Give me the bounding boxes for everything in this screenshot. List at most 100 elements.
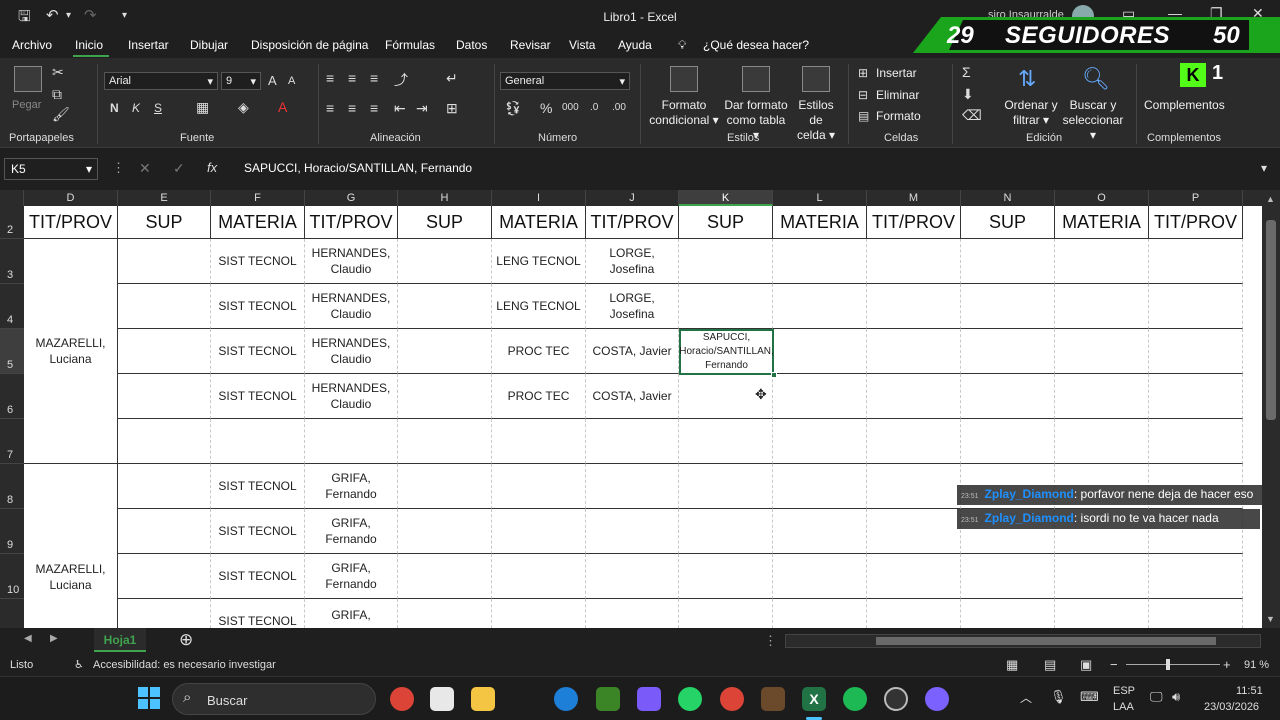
header-cell[interactable]: TIT/PROV bbox=[867, 206, 961, 239]
thousands-icon[interactable]: 000 bbox=[562, 102, 579, 113]
name-box[interactable]: K5 ▾ bbox=[4, 158, 98, 180]
font-name-select[interactable]: Arial ▾ bbox=[104, 72, 218, 90]
grid-cell[interactable] bbox=[679, 554, 773, 599]
grid-cell[interactable] bbox=[867, 464, 961, 509]
conditional-format-icon[interactable] bbox=[670, 66, 698, 92]
grid-cell[interactable] bbox=[1055, 239, 1149, 284]
grid-cell[interactable] bbox=[586, 464, 679, 509]
row-header[interactable]: 4 bbox=[0, 284, 24, 329]
grid-cell[interactable]: SIST TECNOL bbox=[211, 239, 305, 284]
copilot-icon[interactable] bbox=[637, 687, 661, 711]
grid-cell[interactable] bbox=[961, 374, 1055, 419]
borders-icon[interactable]: ▦ bbox=[196, 99, 209, 116]
row-header-selected[interactable]: 5 bbox=[0, 329, 24, 374]
language-primary[interactable]: ESP bbox=[1113, 685, 1135, 697]
insert-cells-button[interactable]: Insertar bbox=[876, 66, 917, 81]
format-cells-button[interactable]: Formato bbox=[876, 109, 921, 124]
grid-cell[interactable] bbox=[492, 554, 586, 599]
clear-icon[interactable]: ⌫ bbox=[962, 107, 982, 124]
header-cell[interactable]: SUP bbox=[118, 206, 211, 239]
column-header[interactable]: G bbox=[305, 190, 398, 206]
grid-cell[interactable] bbox=[773, 554, 867, 599]
sort-filter-icon[interactable]: ⇅ bbox=[1018, 66, 1036, 92]
zoom-slider[interactable] bbox=[1126, 664, 1220, 665]
decrease-indent-icon[interactable]: ⇤ bbox=[394, 100, 406, 117]
orientation-icon[interactable]: ⤴ bbox=[394, 70, 408, 90]
column-header[interactable]: F bbox=[211, 190, 305, 206]
grid-cell[interactable] bbox=[867, 599, 961, 628]
row-header[interactable]: 3 bbox=[0, 239, 24, 284]
copy-icon[interactable]: ⧉ bbox=[52, 86, 62, 103]
sheet-tab[interactable]: Hoja1 bbox=[94, 628, 146, 652]
column-header[interactable]: D bbox=[24, 190, 118, 206]
grid-cell[interactable]: SIST TECNOL bbox=[211, 509, 305, 554]
column-header[interactable]: O bbox=[1055, 190, 1149, 206]
column-header[interactable]: J bbox=[586, 190, 679, 206]
find-select-icon[interactable]: 🔍︎ bbox=[1082, 66, 1110, 92]
align-center-icon[interactable]: ≡ bbox=[348, 100, 356, 116]
increase-indent-icon[interactable]: ⇥ bbox=[416, 100, 428, 117]
grid-cell[interactable] bbox=[1149, 239, 1243, 284]
header-cell[interactable]: TIT/PROV bbox=[305, 206, 398, 239]
grid-cell[interactable] bbox=[398, 509, 492, 554]
grid-cell[interactable]: LENG TECNOL bbox=[492, 284, 586, 329]
grid-cell[interactable] bbox=[492, 599, 586, 628]
header-cell[interactable]: MATERIA bbox=[1055, 206, 1149, 239]
header-cell[interactable]: TIT/PROV bbox=[1149, 206, 1243, 239]
grid-cell[interactable] bbox=[961, 419, 1055, 464]
edge-icon[interactable] bbox=[554, 687, 578, 711]
zoom-in-icon[interactable]: + bbox=[1223, 657, 1231, 672]
grid-cell[interactable] bbox=[492, 464, 586, 509]
percent-icon[interactable]: % bbox=[540, 100, 552, 116]
grid-cell[interactable] bbox=[773, 374, 867, 419]
merge-center-icon[interactable]: ⊞ bbox=[446, 100, 458, 117]
sort-filter-button[interactable]: Ordenar y filtrar ▾ bbox=[1000, 98, 1062, 128]
minecraft-launcher-icon[interactable] bbox=[761, 687, 785, 711]
align-top-icon[interactable]: ≡ bbox=[326, 70, 334, 86]
grid-cell[interactable] bbox=[679, 464, 773, 509]
expand-formula-icon[interactable]: ▾ bbox=[1261, 161, 1267, 175]
grid-cell[interactable] bbox=[586, 509, 679, 554]
row-header[interactable]: 9 bbox=[0, 509, 24, 554]
accessibility-status[interactable]: Accesibilidad: es necesario investigar bbox=[93, 659, 276, 671]
grid-cell[interactable] bbox=[398, 284, 492, 329]
obs-icon[interactable] bbox=[884, 687, 908, 711]
header-cell[interactable]: MATERIA bbox=[492, 206, 586, 239]
grid-cell[interactable] bbox=[1055, 284, 1149, 329]
font-size-select[interactable]: 9 ▾ bbox=[221, 72, 261, 90]
decrease-decimal-icon[interactable]: .00 bbox=[612, 102, 626, 113]
grid-cell[interactable] bbox=[773, 239, 867, 284]
cancel-icon[interactable]: ✕ bbox=[139, 160, 151, 177]
grid-cell[interactable] bbox=[398, 464, 492, 509]
grid-cell[interactable]: HERNANDES, Claudio bbox=[305, 329, 398, 374]
grid-cell[interactable] bbox=[961, 554, 1055, 599]
more-options-icon[interactable]: ⋮ bbox=[112, 160, 125, 176]
add-sheet-icon[interactable]: ⊕ bbox=[179, 630, 193, 650]
tab-formulas[interactable]: Fórmulas bbox=[385, 38, 435, 52]
addins-button[interactable]: Complementos bbox=[1144, 98, 1225, 113]
taskbar-search[interactable]: ⌕ Buscar bbox=[172, 683, 376, 715]
column-header[interactable]: L bbox=[773, 190, 867, 206]
scroll-up-icon[interactable]: ▲ bbox=[1266, 194, 1275, 204]
grid-cell[interactable] bbox=[1149, 329, 1243, 374]
grid-cell[interactable] bbox=[586, 419, 679, 464]
wrap-text-icon[interactable]: ↵ bbox=[446, 70, 458, 87]
grid-cell[interactable] bbox=[586, 554, 679, 599]
grid-cell[interactable]: COSTA, Javier bbox=[586, 374, 679, 419]
grid-cell[interactable]: LORGE, Josefina bbox=[586, 284, 679, 329]
column-header[interactable]: P bbox=[1149, 190, 1243, 206]
paste-icon[interactable] bbox=[14, 66, 42, 92]
grid-cell[interactable] bbox=[1149, 284, 1243, 329]
format-painter-icon[interactable]: 🖌︎ bbox=[52, 106, 70, 123]
grid-cell[interactable]: LORGE, Josefina bbox=[586, 239, 679, 284]
header-cell[interactable]: MATERIA bbox=[773, 206, 867, 239]
grid-cell[interactable] bbox=[1149, 374, 1243, 419]
vertical-scrollbar[interactable]: ▲ ▼ bbox=[1262, 190, 1280, 628]
grid-cell[interactable]: GRIFA, bbox=[305, 599, 398, 628]
grid-cell[interactable] bbox=[492, 419, 586, 464]
whatsapp-icon[interactable] bbox=[678, 687, 702, 711]
grid-cell[interactable] bbox=[867, 284, 961, 329]
windows-start-icon[interactable] bbox=[138, 687, 160, 709]
grid-cell[interactable] bbox=[586, 599, 679, 628]
row-header[interactable]: 10 bbox=[0, 554, 24, 599]
